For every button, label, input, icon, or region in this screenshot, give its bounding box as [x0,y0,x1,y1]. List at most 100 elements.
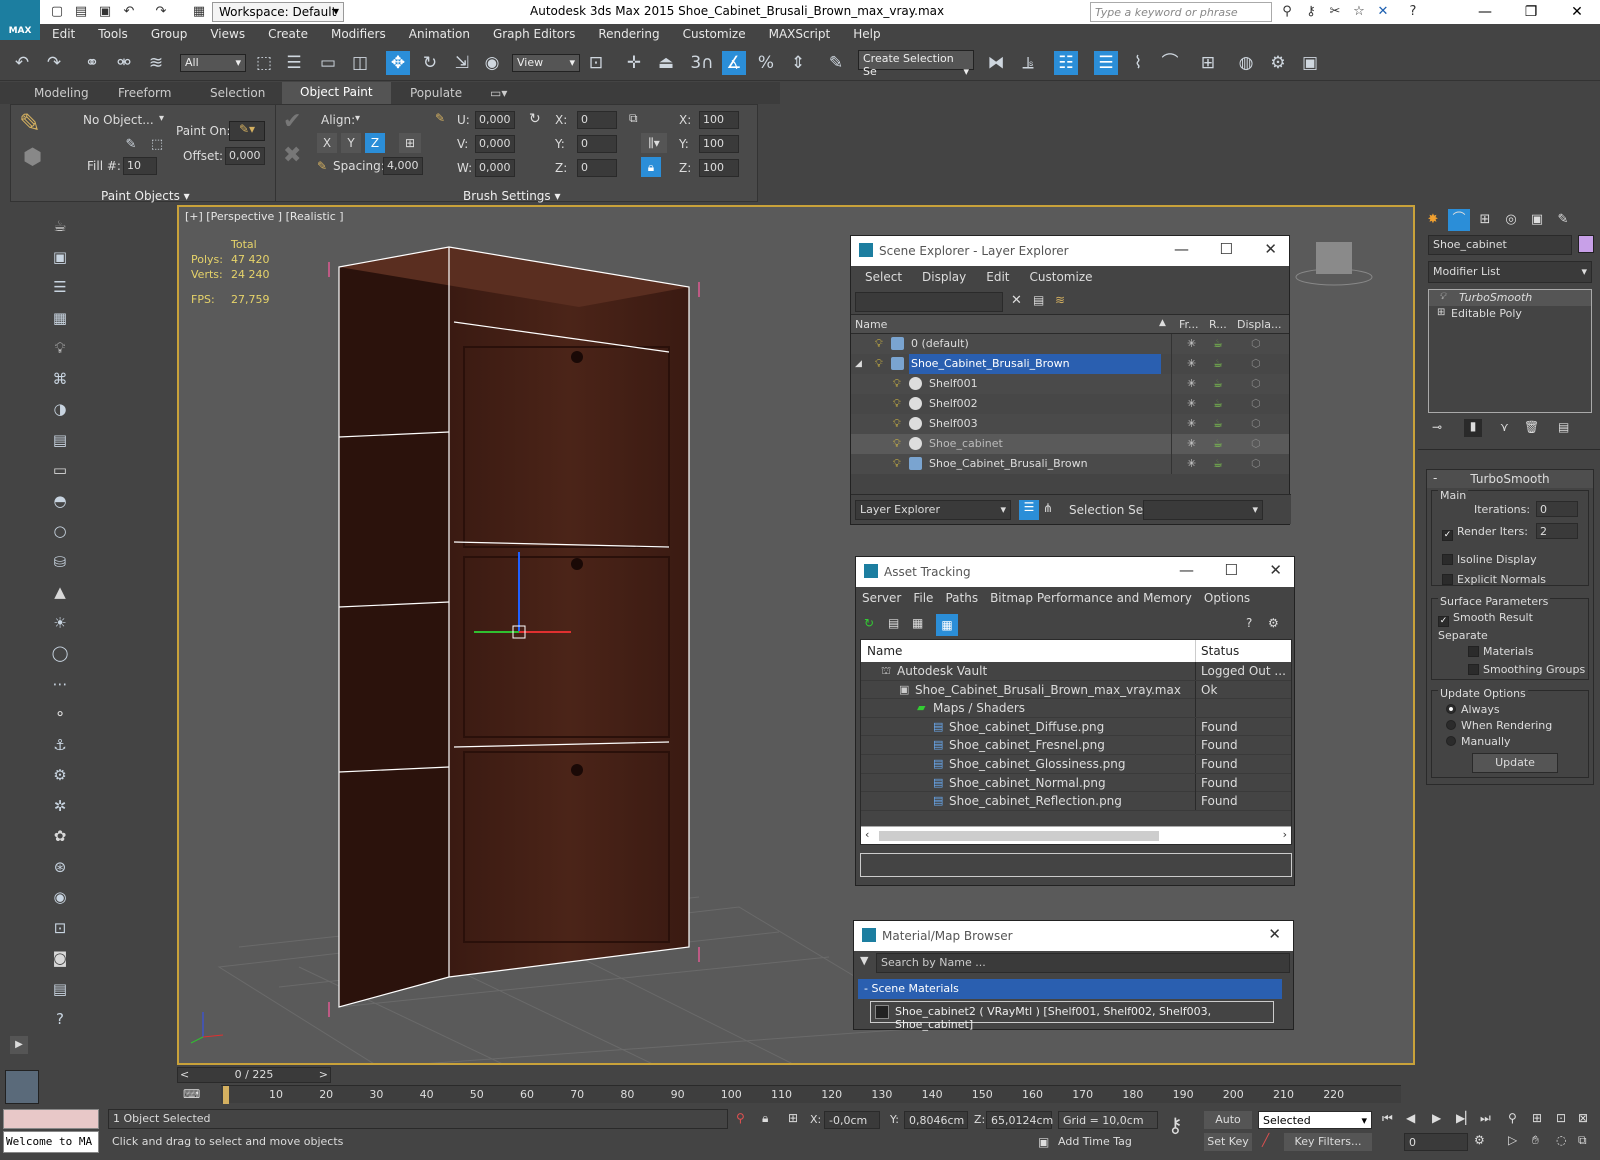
rot-z-spinner[interactable]: 0 [577,159,617,177]
close-icon[interactable]: ✕ [1264,240,1277,258]
lightbulb-icon[interactable]: 💡︎ [1439,291,1446,302]
edit-named-selection-icon[interactable]: ✎ [824,51,848,75]
pick-object-icon[interactable]: ⬚ [147,135,167,155]
select-link-icon[interactable]: ⚭ [80,51,104,75]
asset-tracking-menu-options[interactable]: Options [1204,591,1250,605]
lightbulb-icon[interactable]: 💡︎ [893,394,901,414]
plane-icon[interactable]: ▭ [47,458,73,482]
restore-button[interactable]: ❐ [1508,0,1554,24]
manually-radio[interactable]: Manually [1446,735,1511,748]
zoom-extents-icon[interactable]: ⊡ [1556,1111,1566,1125]
go-to-start-icon[interactable]: ⏮ [1382,1111,1393,1126]
edit-list-icon[interactable]: ✎ [121,135,141,155]
update-button[interactable]: Update [1472,753,1558,773]
refresh-icon[interactable]: ↻ [864,616,874,630]
tab-selection[interactable]: Selection [210,86,265,100]
layer-tree-row[interactable]: 💡︎ 0 (default) ✳ ☕︎ ⬡ [851,334,1289,354]
material-list-item[interactable]: Shoe_cabinet2 ( VRayMtl ) [Shelf001, She… [870,1001,1274,1031]
chevron-down-icon[interactable]: ▾ [159,113,164,124]
scale-y-spinner[interactable]: 100 [699,135,739,153]
asset-row[interactable]: ▰ Maps / Shaders [861,699,1291,718]
u-spinner[interactable]: 0,000 [475,111,515,129]
scroll-right-icon[interactable]: › [1283,828,1287,841]
scale-z-spinner[interactable]: 100 [699,159,739,177]
v-spinner[interactable]: 0,000 [475,135,515,153]
col-render[interactable]: R... [1209,318,1227,331]
layer-tree-row[interactable]: 💡︎ Shelf002 ✳ ☕︎ ⬡ [851,394,1289,414]
thumbnail-view-icon[interactable]: ▦ [912,616,923,630]
named-selection-set-dropdown[interactable]: Create Selection Se ▾ [858,50,974,78]
scene-explorer-menu-display[interactable]: Display [922,270,966,284]
chevron-down-icon[interactable]: ▾ [355,113,360,124]
help-icon[interactable]: ? [47,1007,73,1031]
placement-icon[interactable]: ◉ [480,51,504,75]
checkmark-icon[interactable]: ✔ [283,109,301,134]
maxscript-input[interactable]: Welcome to MA [3,1131,99,1153]
motion-tab-icon[interactable]: ◎ [1500,209,1522,231]
asset-row[interactable]: ▣ Shoe_Cabinet_Brusali_Brown_max_vray.max… [861,680,1291,700]
display-box-icon[interactable]: ⬡ [1251,414,1261,434]
layer-tree-row[interactable]: ◢ 💡︎ Shoe_Cabinet_Brusali_Brown ✳ ☕︎ ⬡ [851,354,1289,374]
new-layer-icon[interactable]: ▤ [1033,293,1044,307]
maximize-icon[interactable]: ☐ [1225,561,1238,579]
selection-filter-dropdown[interactable]: All ▾ [180,54,246,72]
redo-icon[interactable]: ↷ [152,3,170,21]
mirror-icon[interactable]: ⧓ [984,51,1008,75]
camera-icon[interactable]: ⌘ [47,367,73,391]
layer-tree-row[interactable]: 💡︎ Shelf003 ✳ ☕︎ ⬡ [851,414,1289,434]
freeze-icon[interactable]: ✳ [1187,414,1196,434]
expand-panel-icon[interactable]: ▶ [10,1036,28,1054]
asset-row[interactable]: ▤ Shoe_cabinet_Glossiness.png Found [861,754,1291,774]
freeze-icon[interactable]: ✳ [1187,434,1196,454]
clear-filter-icon[interactable]: ✕ [1011,293,1022,308]
lightbulb-icon[interactable]: 💡︎ [893,374,901,394]
previous-frame-icon[interactable]: ◀ [1406,1111,1415,1125]
lightbulb-icon[interactable]: 💡︎ [893,454,901,474]
orbit-icon[interactable]: ◌ [1556,1133,1566,1147]
rollout-header[interactable]: - TurboSmooth [1427,470,1593,488]
ox-icon[interactable]: ⊛ [47,855,73,879]
select-by-name-icon[interactable]: ☰ [282,51,306,75]
render-iters-checkbox[interactable]: ✓ Render Iters: [1442,525,1528,541]
compass-icon[interactable]: ⚓︎ [47,733,73,757]
angle-snap-icon[interactable]: ∡ [722,51,746,75]
lock-selection-icon[interactable]: 🔒︎ [762,1111,768,1126]
exchange-icon[interactable]: ✕ [1374,3,1392,21]
favorites-star-icon[interactable]: ☆ [1350,3,1368,21]
scene-explorer-filter-input[interactable] [855,292,1003,312]
menu-rendering[interactable]: Rendering [586,24,670,41]
asset-tracking-menu-bitmap-performance-and-memory[interactable]: Bitmap Performance and Memory [990,591,1192,605]
open-file-icon[interactable]: ▤ [72,3,90,21]
scale-mode-dropdown[interactable]: ⫼▾ [641,133,667,153]
isoline-display-checkbox[interactable]: Isoline Display [1442,553,1537,566]
field-of-view-icon[interactable]: ▷ [1508,1133,1517,1147]
sphere-icon[interactable]: ○ [47,519,73,543]
asset-row[interactable]: ▤ Shoe_cabinet_Normal.png Found [861,773,1291,793]
schematic-view-icon[interactable]: ⊞ [1196,51,1220,75]
isolate-selection-icon[interactable]: ⚲ [736,1111,745,1125]
explicit-normals-checkbox[interactable]: Explicit Normals [1442,573,1546,586]
smooth-result-checkbox[interactable]: ✓ Smooth Result [1438,611,1533,627]
asset-path-field[interactable] [860,853,1292,877]
stack-item-turbosmooth[interactable]: 💡︎ TurboSmooth [1429,290,1591,306]
default-tangent-icon[interactable]: ╱ [1262,1133,1269,1147]
curve-editor-icon[interactable]: ⌒ [1158,51,1182,75]
create-tab-icon[interactable]: ✸ [1422,209,1444,231]
auto-key-button[interactable]: Auto Key [1204,1111,1252,1144]
scene-materials-section[interactable]: - Scene Materials [858,979,1282,999]
offset-spinner[interactable]: 0,000 [225,147,265,165]
display-box-icon[interactable]: ⬡ [1251,374,1261,394]
project-folder-icon[interactable]: ▦ [190,3,208,21]
render-teapot-icon[interactable]: ☕︎ [1213,354,1223,374]
zoom-extents-all-icon[interactable]: ⊠ [1578,1111,1588,1125]
lightbulb-icon[interactable]: 💡︎ [893,434,901,454]
menu-edit[interactable]: Edit [40,24,86,41]
add-time-tag-button[interactable]: Add Time Tag [1058,1135,1132,1148]
render-icon[interactable]: ⊡ [47,916,73,940]
display-box-icon[interactable]: ⬡ [1251,394,1261,414]
materials-checkbox[interactable]: Materials [1468,645,1533,658]
spacing-spinner[interactable]: 4,000 [383,157,423,175]
freeze-icon[interactable]: ✳ [1187,454,1196,474]
render-teapot-icon[interactable]: ☕︎ [1213,414,1223,434]
keyword-search-input[interactable]: Type a keyword or phrase [1090,2,1272,22]
